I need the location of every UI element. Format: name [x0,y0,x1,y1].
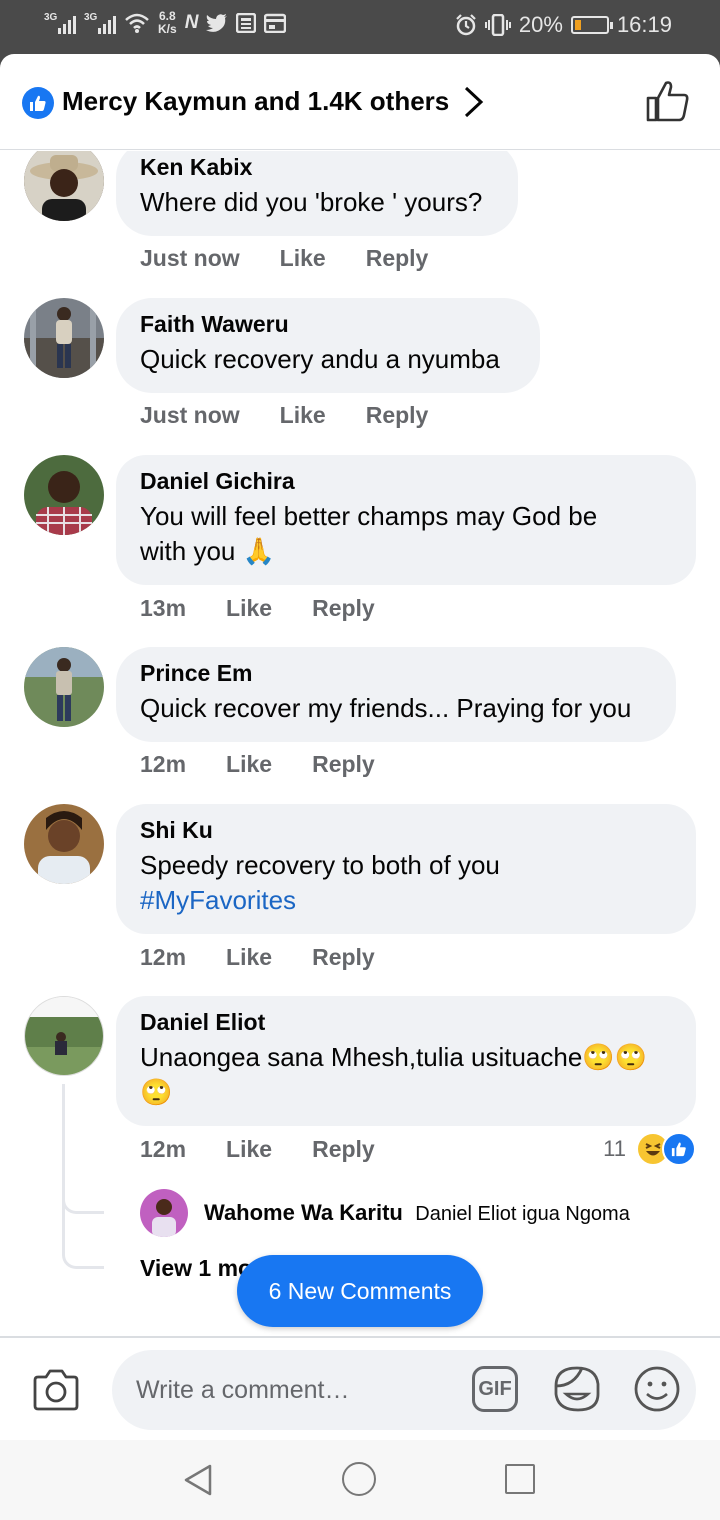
comment-text-line: You will feel better champs may God be [140,501,598,531]
signal-icon-1: 3G [44,12,76,34]
comment-bubble[interactable]: Daniel Gichira You will feel better cham… [116,455,696,585]
avatar[interactable] [24,996,104,1076]
home-icon[interactable] [342,1462,376,1496]
comment-time: 12m [140,1136,187,1162]
reactors-summary[interactable]: Mercy Kaymun and 1.4K others [62,86,449,117]
comment-time: Just now [140,245,240,271]
comment-text: Speedy recovery to both of you #MyFavori… [140,848,672,918]
wifi-icon [125,13,149,33]
comment-text-line: Speedy recovery to both of you [140,850,500,880]
comments-sheet: Mercy Kaymun and 1.4K others Ken Kabix W… [0,54,720,1520]
network-speed: 6.8 K/s [158,9,177,36]
camera-icon[interactable] [32,1368,80,1412]
like-button[interactable]: Like [280,245,326,272]
reply-preview[interactable]: Wahome Wa Karitu Daniel Eliot igua Ngoma [140,1189,630,1237]
avatar[interactable] [24,455,104,535]
vibrate-icon [484,14,511,36]
network-type-1: 3G [44,12,58,23]
comment-text: Unaongea sana Mhesh,tulia usituache🙄🙄 🙄 [140,1040,672,1110]
comment-bubble[interactable]: Ken Kabix Where did you 'broke ' yours? [116,151,518,236]
comment-text: You will feel better champs may God be w… [140,499,672,569]
twitter-icon [206,14,228,32]
comment-author[interactable]: Daniel Eliot [140,1008,672,1036]
like-button[interactable]: Like [226,595,272,622]
status-bar: 3G 3G 6.8 K/s N 20% 16:19 [0,0,720,54]
reply-button[interactable]: Reply [312,751,375,778]
sticker-icon[interactable] [552,1364,602,1414]
like-reaction-icon [662,1132,696,1166]
comment-time: Just now [140,402,240,428]
emoji-icon[interactable] [632,1364,682,1414]
reply-text: Wahome Wa Karitu Daniel Eliot igua Ngoma [204,1200,630,1226]
comment-time: 13m [140,595,187,621]
comment-author[interactable]: Faith Waweru [140,310,516,338]
comment-author[interactable]: Prince Em [140,659,652,687]
gif-button[interactable]: GIF [472,1366,518,1412]
calendar-icon [264,13,287,33]
comment-actions: Just now Like Reply [140,402,428,429]
comment-bubble[interactable]: Daniel Eliot Unaongea sana Mhesh,tulia u… [116,996,696,1126]
recent-apps-icon[interactable] [505,1464,535,1494]
reply-button[interactable]: Reply [312,595,375,622]
reply-button[interactable]: Reply [366,402,429,429]
reaction-summary[interactable]: 11 [603,1132,696,1166]
comment-actions: 12m Like Reply [140,751,375,778]
reply-author[interactable]: Wahome Wa Karitu [204,1200,403,1225]
chevron-right-icon[interactable] [462,84,486,120]
battery-icon [570,16,613,34]
new-comments-button[interactable]: 6 New Comments [237,1255,483,1327]
comment-text-line: with you 🙏 [140,536,275,566]
reply-body: Daniel Eliot igua Ngoma [415,1203,630,1225]
avatar[interactable] [24,151,104,221]
alarm-icon [456,14,476,36]
comment-actions: 13m Like Reply [140,595,375,622]
like-button[interactable]: Like [226,751,272,778]
comment-text-line: Unaongea sana Mhesh,tulia usituache🙄🙄 [140,1042,648,1072]
avatar[interactable] [140,1189,188,1237]
like-button[interactable]: Like [226,1136,272,1163]
comment-input[interactable] [136,1372,456,1408]
avatar[interactable] [24,647,104,727]
signal-icon-2: 3G [84,12,116,34]
comment-text: Quick recover my friends... Praying for … [140,693,632,723]
comment-bubble[interactable]: Shi Ku Speedy recovery to both of you #M… [116,804,696,934]
news-icon [236,13,257,33]
comment-time: 12m [140,751,187,777]
thread-connector [62,1084,104,1269]
comment-text-line: 🙄 [140,1077,173,1107]
comment-author[interactable]: Shi Ku [140,816,672,844]
comment-actions: 12m Like Reply [140,944,375,971]
clock: 16:19 [616,12,672,37]
comment-text: Quick recovery andu a nyumba [140,344,500,374]
reply-button[interactable]: Reply [312,944,375,971]
comment-input-container[interactable]: GIF [112,1350,696,1430]
comment-actions: Just now Like Reply [140,245,428,272]
reactions-header[interactable]: Mercy Kaymun and 1.4K others [0,54,720,150]
reaction-count: 11 [603,1136,626,1161]
comment-composer: GIF [0,1336,720,1440]
battery-percent: 20% [518,12,563,37]
avatar[interactable] [24,298,104,378]
comment-author[interactable]: Ken Kabix [140,153,494,181]
reply-button[interactable]: Reply [366,245,429,272]
back-icon[interactable] [180,1462,216,1498]
comment-author[interactable]: Daniel Gichira [140,467,672,495]
app-notification-icon: N [184,12,199,33]
comment-list[interactable]: Ken Kabix Where did you 'broke ' yours? … [0,151,720,1336]
reply-button[interactable]: Reply [312,1136,375,1163]
comment-bubble[interactable]: Faith Waweru Quick recovery andu a nyumb… [116,298,540,393]
comment-bubble[interactable]: Prince Em Quick recover my friends... Pr… [116,647,676,742]
avatar[interactable] [24,804,104,884]
battery-level [574,20,581,30]
comment-actions: 12m Like Reply [140,1136,375,1163]
network-type-2: 3G [84,12,98,23]
like-post-button[interactable] [646,80,690,122]
comment-time: 12m [140,944,187,970]
like-reaction-icon [22,87,54,119]
like-button[interactable]: Like [280,402,326,429]
hashtag-link[interactable]: #MyFavorites [140,885,296,915]
like-button[interactable]: Like [226,944,272,971]
comment-text: Where did you 'broke ' yours? [140,187,483,217]
system-nav-bar [0,1440,720,1520]
